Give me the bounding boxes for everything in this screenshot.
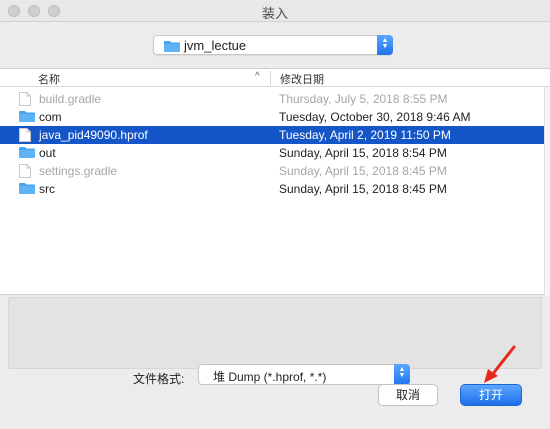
file-date: Sunday, April 15, 2018 8:45 PM [279, 164, 447, 178]
file-row-build-gradle: build.gradle Thursday, July 5, 2018 8:55… [0, 90, 544, 108]
date-column-header[interactable]: 修改日期 [280, 71, 324, 87]
file-date: Thursday, July 5, 2018 8:55 PM [279, 92, 448, 106]
window-title: 装入 [261, 6, 288, 21]
file-name: src [39, 182, 55, 196]
file-name: com [39, 110, 62, 124]
file-row-out[interactable]: out Sunday, April 15, 2018 8:54 PM [0, 144, 544, 162]
file-name: build.gradle [39, 92, 102, 106]
file-row-com[interactable]: com Tuesday, October 30, 2018 9:46 AM [0, 108, 544, 126]
folder-icon [19, 183, 35, 194]
file-row-src[interactable]: src Sunday, April 15, 2018 8:45 PM [0, 180, 544, 198]
scrollbar-track[interactable] [544, 87, 550, 295]
location-popup[interactable]: jvm_lectue ▲ ▼ [153, 35, 393, 55]
file-browser: 名称 ^ 修改日期 build.gradle Thursday, July 5,… [0, 68, 550, 295]
file-name: out [39, 146, 56, 160]
file-date: Sunday, April 15, 2018 8:45 PM [279, 182, 447, 196]
file-date: Tuesday, April 2, 2019 11:50 PM [279, 128, 451, 142]
popup-stepper-icon[interactable]: ▲ ▼ [394, 364, 410, 385]
file-row-selected-hprof[interactable]: java_pid49090.hprof Tuesday, April 2, 20… [0, 126, 544, 144]
open-button[interactable]: 打开 [460, 384, 522, 406]
current-folder-label: jvm_lectue [184, 38, 247, 53]
file-format-value: 堆 Dump (*.hprof, *.*) [213, 370, 327, 384]
file-icon [19, 92, 31, 106]
folder-icon [19, 147, 35, 158]
column-header: 名称 ^ 修改日期 [0, 69, 550, 87]
file-format-label: 文件格式: [133, 372, 185, 386]
folder-icon [19, 111, 35, 122]
file-format-select[interactable]: 堆 Dump (*.hprof, *.*) ▲ ▼ [198, 364, 410, 385]
file-name: settings.gradle [39, 164, 118, 178]
name-column-header[interactable]: 名称 [38, 71, 60, 87]
file-date: Tuesday, October 30, 2018 9:46 AM [279, 110, 471, 124]
file-date: Sunday, April 15, 2018 8:54 PM [279, 146, 447, 160]
file-row-settings-gradle: settings.gradle Sunday, April 15, 2018 8… [0, 162, 544, 180]
folder-icon [164, 41, 180, 52]
file-name: java_pid49090.hprof [39, 128, 148, 142]
title-bar: 装入 [0, 0, 550, 22]
sort-ascending-icon: ^ [255, 71, 260, 82]
file-icon [19, 128, 31, 142]
red-arrow-annotation [484, 345, 516, 383]
file-icon [19, 164, 31, 178]
popup-stepper-icon[interactable]: ▲ ▼ [377, 35, 393, 55]
column-divider[interactable] [270, 71, 271, 85]
cancel-button[interactable]: 取消 [378, 384, 438, 406]
options-panel [8, 297, 542, 369]
